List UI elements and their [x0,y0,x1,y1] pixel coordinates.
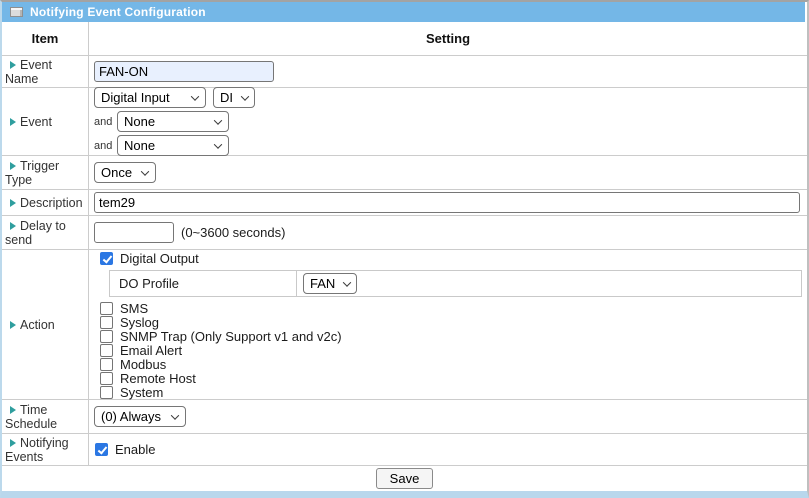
notifying-events-label: Notifying Events [2,434,88,466]
do-profile-label: DO Profile [110,271,297,296]
checkbox-label: SNMP Trap (Only Support v1 and v2c) [120,329,342,344]
chevron-down-icon [141,167,149,175]
chevron-down-icon [214,116,222,124]
enable-checkbox[interactable] [95,443,108,456]
delay-hint: (0~3600 seconds) [181,225,285,240]
action-option-modbus: Modbus [100,357,342,371]
row-delay-to-send: Delay to send (0~3600 seconds) [2,216,807,250]
chevron-down-icon [171,411,179,419]
chevron-down-icon [191,92,199,100]
row-save: Save [2,466,807,491]
event-condition3-select[interactable]: None [117,135,229,156]
checkbox-label: Enable [115,442,155,457]
delay-label: Delay to send [2,217,88,249]
delay-input[interactable] [94,222,174,243]
arrow-bullet-icon [10,406,16,414]
action-option-remote-host: Remote Host [100,371,342,385]
event-subtype-select[interactable]: DI [213,87,255,108]
event-name-label: Event Name [2,56,88,88]
description-label: Description [2,194,88,212]
checkbox[interactable] [100,386,113,399]
row-trigger-type: Trigger Type Once [2,156,807,190]
do-profile-select[interactable]: FAN [303,273,357,294]
checkbox-label: Syslog [120,315,159,330]
checkbox[interactable] [100,358,113,371]
trigger-type-label: Trigger Type [2,157,88,189]
titlebar: Notifying Event Configuration [2,2,805,22]
action-option-email-alert: Email Alert [100,343,342,357]
arrow-bullet-icon [10,199,16,207]
time-schedule-select[interactable]: (0) Always [94,406,186,427]
checkbox[interactable] [100,316,113,329]
row-event: Event Digital Input DI and None and None [2,88,807,156]
chevron-down-icon [214,140,222,148]
table-header-row: Item Setting [2,22,807,56]
arrow-bullet-icon [10,321,16,329]
checkbox-label: SMS [120,301,148,316]
checkbox[interactable] [100,372,113,385]
column-header-item: Item [2,22,89,55]
action-option-digital-output: Digital Output [100,250,199,267]
arrow-bullet-icon [10,439,16,447]
chevron-down-icon [343,278,351,286]
notifying-event-config-panel: Notifying Event Configuration Item Setti… [0,0,809,498]
action-option-sms: SMS [100,301,342,315]
and-label: and [94,140,114,152]
action-option-snmp-trap-only-support-v1-and-v2c: SNMP Trap (Only Support v1 and v2c) [100,329,342,343]
row-event-name: Event Name [2,56,807,88]
checkbox[interactable] [100,330,113,343]
event-label: Event [2,113,88,131]
chevron-down-icon [241,92,249,100]
action-option-system: System [100,385,342,399]
save-button[interactable]: Save [376,468,434,489]
event-condition2-select[interactable]: None [117,111,229,132]
page-title: Notifying Event Configuration [30,5,206,19]
checkbox-label: Digital Output [120,251,199,266]
arrow-bullet-icon [10,222,16,230]
checkbox-label: System [120,385,163,400]
checkbox-label: Email Alert [120,343,182,358]
arrow-bullet-icon [10,118,16,126]
action-option-list: SMSSyslogSNMP Trap (Only Support v1 and … [94,301,342,399]
trigger-type-select[interactable]: Once [94,162,156,183]
event-name-input[interactable] [94,61,274,82]
checkbox[interactable] [100,302,113,315]
action-option-syslog: Syslog [100,315,342,329]
checkbox[interactable] [100,344,113,357]
and-label: and [94,116,114,128]
arrow-bullet-icon [10,162,16,170]
column-header-setting: Setting [89,22,807,55]
time-schedule-label: Time Schedule [2,401,88,433]
row-description: Description [2,190,807,216]
row-time-schedule: Time Schedule (0) Always [2,400,807,434]
description-input[interactable] [94,192,800,213]
window-icon [10,7,23,17]
event-type-select[interactable]: Digital Input [94,87,206,108]
checkbox-label: Remote Host [120,371,196,386]
arrow-bullet-icon [10,61,16,69]
checkbox-label: Modbus [120,357,166,372]
digital-output-checkbox[interactable] [100,252,113,265]
action-label: Action [2,316,88,334]
config-table: Item Setting Event Name Event Digital In… [2,22,807,491]
row-action: Action Digital Output DO Profile FAN SMS… [2,250,807,400]
row-notifying-events: Notifying Events Enable [2,434,807,466]
notifying-events-enable: Enable [95,441,155,458]
do-profile-subtable: DO Profile FAN [109,270,802,297]
